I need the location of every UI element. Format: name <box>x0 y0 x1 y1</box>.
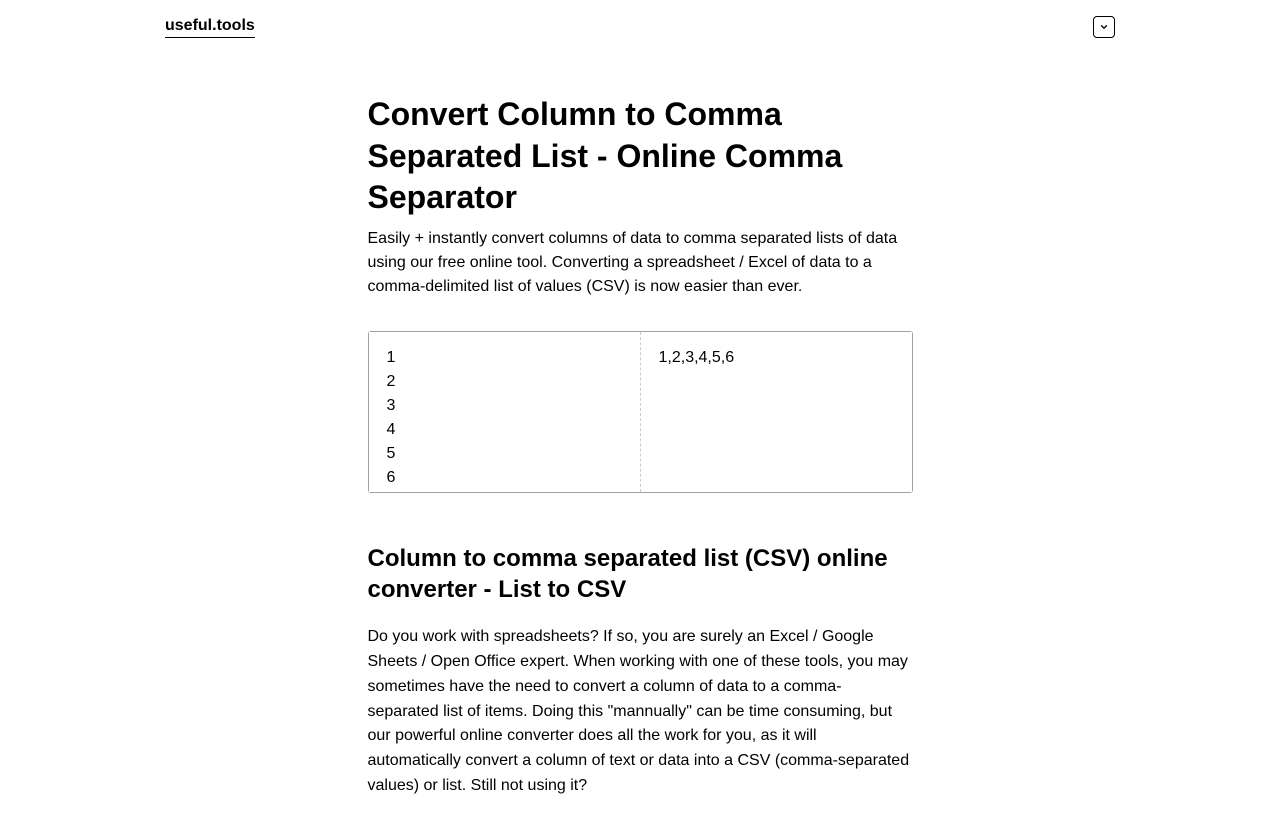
page-subtitle: Easily + instantly convert columns of da… <box>368 227 913 299</box>
header: useful.tools <box>0 0 1280 54</box>
section-heading: Column to comma separated list (CSV) onl… <box>368 543 913 605</box>
chevron-down-icon <box>1099 20 1109 35</box>
converter-panel <box>368 331 913 493</box>
site-logo[interactable]: useful.tools <box>165 17 255 38</box>
main-content: Convert Column to Comma Separated List -… <box>368 54 913 839</box>
section-body: Do you work with spreadsheets? If so, yo… <box>368 625 913 799</box>
menu-toggle-button[interactable] <box>1093 16 1115 38</box>
column-input[interactable] <box>369 332 641 492</box>
csv-output[interactable] <box>641 332 912 492</box>
page-title: Convert Column to Comma Separated List -… <box>368 94 913 219</box>
